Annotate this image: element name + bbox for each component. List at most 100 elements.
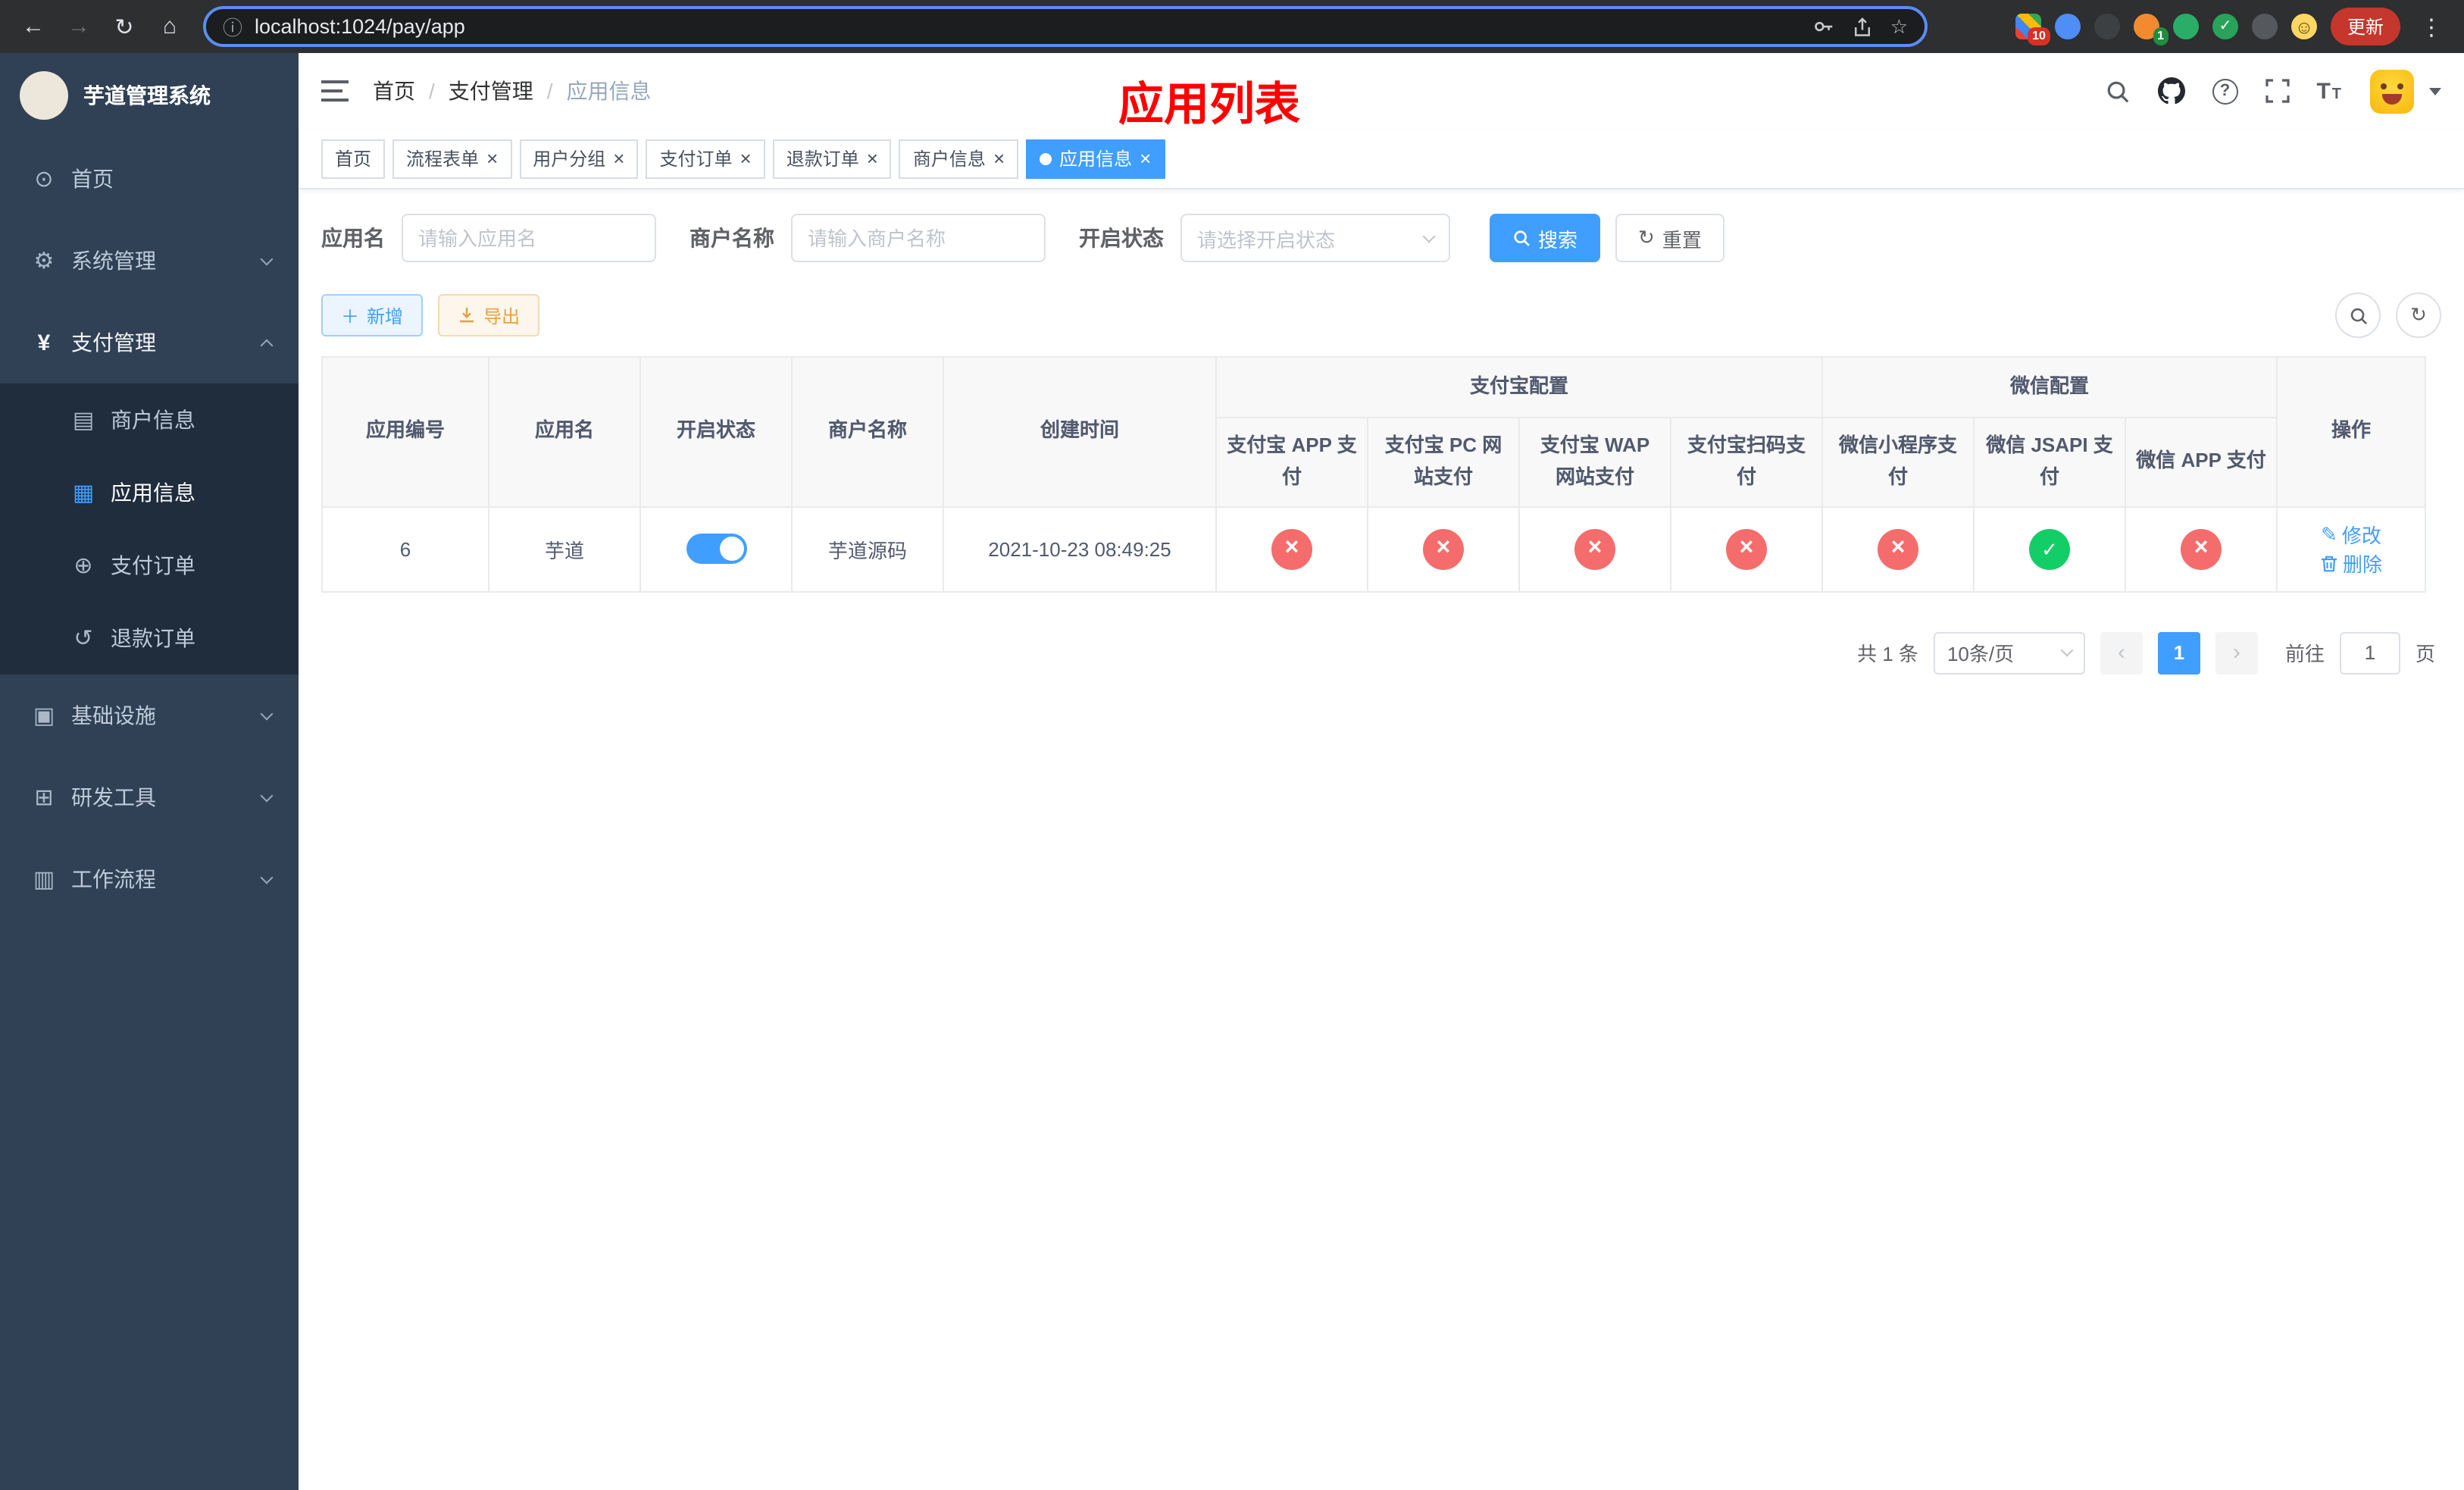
browser-menu-icon[interactable]: ⋮ (2414, 13, 2449, 40)
breadcrumb-separator: / (429, 79, 435, 103)
user-avatar[interactable] (2370, 69, 2414, 113)
table-tools: ↻ (2335, 293, 2441, 338)
profile-avatar-icon[interactable]: 1 (2133, 14, 2169, 45)
tab-refund-order[interactable]: 退款订单 × (772, 139, 892, 178)
sidebar-item-infra[interactable]: ▣ 基础设施 (0, 675, 299, 756)
reset-button[interactable]: ↻ 重置 (1615, 214, 1724, 262)
status-toggle[interactable] (686, 534, 746, 565)
sidebar-item-merchant-info[interactable]: ▤ 商户信息 (0, 383, 299, 456)
page-size-select[interactable]: 10条/页 (1933, 631, 2085, 675)
pagination: 共 1 条 10条/页 ‹ 1 › 前往 页 (321, 631, 2441, 675)
check-extension-icon[interactable]: ✓ (2212, 14, 2238, 39)
tab-home[interactable]: 首页 (321, 139, 386, 178)
extensions-icon[interactable]: 10 (2015, 14, 2050, 45)
site-info-icon[interactable]: ⓘ (223, 12, 242, 41)
close-icon[interactable]: × (613, 149, 624, 168)
export-button[interactable]: 导出 (438, 294, 540, 337)
col-wx-lite: 微信小程序支付 (1821, 417, 1975, 508)
goto-page-input[interactable] (2339, 631, 2400, 675)
extension-gray-icon[interactable] (2251, 14, 2278, 39)
next-page-button[interactable]: › (2215, 631, 2258, 675)
col-wx-jsapi: 微信 JSAPI 支付 (1973, 417, 2127, 508)
app-logo-row: 芋道管理系统 (0, 53, 299, 138)
github-icon[interactable] (2157, 77, 2185, 105)
chevron-up-icon (260, 338, 274, 352)
active-dot (1040, 152, 1052, 164)
browser-update-button[interactable]: 更新 (2330, 8, 2400, 45)
tab-user-group[interactable]: 用户分组 × (519, 139, 639, 178)
cell-create-time: 2021-10-23 08:49:25 (943, 506, 1217, 593)
home-icon[interactable]: ⌂ (152, 8, 188, 45)
close-icon[interactable]: × (867, 149, 878, 168)
wechat-extension-icon[interactable] (2172, 14, 2199, 39)
delete-button[interactable]: 删除 (2320, 549, 2382, 578)
col-app-id: 应用编号 (321, 356, 489, 508)
close-icon[interactable]: × (486, 149, 498, 168)
close-icon[interactable]: × (993, 149, 1005, 168)
search-icon[interactable] (2104, 78, 2130, 104)
col-alipay-qr: 支付宝扫码支付 (1669, 417, 1824, 508)
bookmark-star-icon[interactable]: ☆ (1890, 14, 1908, 39)
tab-pay-order[interactable]: 支付订单 × (646, 139, 765, 178)
url-text: localhost:1024/pay/app (255, 15, 465, 38)
col-app-name: 应用名 (488, 356, 641, 508)
sidebar-item-system[interactable]: ⚙ 系统管理 (0, 220, 299, 302)
prev-page-button[interactable]: ‹ (2100, 631, 2143, 675)
search-button[interactable]: 搜索 (1490, 214, 1601, 262)
close-icon[interactable]: × (1140, 149, 1151, 168)
help-icon[interactable]: ? (2212, 78, 2238, 104)
app-name-input[interactable] (402, 214, 656, 262)
tab-merchant-info[interactable]: 商户信息 × (899, 139, 1019, 178)
sidebar-item-dev-tools[interactable]: ⊞ 研发工具 (0, 756, 299, 838)
sidebar-item-home[interactable]: ⊙ 首页 (0, 138, 299, 220)
col-wx-app: 微信 APP 支付 (2125, 417, 2278, 508)
status-select[interactable]: 请选择开启状态 (1180, 214, 1450, 262)
close-icon[interactable]: × (740, 149, 752, 168)
fullscreen-icon[interactable] (2265, 79, 2290, 103)
extension-blue-icon[interactable] (2054, 14, 2081, 39)
back-icon[interactable]: ← (15, 8, 52, 45)
sidebar-item-pay-order[interactable]: ⊕ 支付订单 (0, 529, 299, 602)
sidebar-item-payment[interactable]: ¥ 支付管理 (0, 302, 299, 383)
address-bar[interactable]: ⓘ localhost:1024/pay/app ☆ (203, 6, 1928, 47)
col-merchant-name: 商户名称 (791, 356, 944, 508)
chevron-down-icon (260, 788, 274, 802)
tab-flow-form[interactable]: 流程表单 × (392, 139, 512, 178)
reload-icon[interactable]: ↻ (106, 8, 142, 45)
sidebar-item-workflow[interactable]: ▥ 工作流程 (0, 838, 299, 920)
add-button[interactable]: ＋ 新增 (321, 294, 424, 337)
avatar-caret-icon[interactable] (2429, 87, 2441, 95)
password-key-icon[interactable] (1813, 15, 1836, 38)
tab-app-info[interactable]: 应用信息 × (1026, 139, 1165, 178)
wx-jsapi-status-icon (2029, 528, 2071, 570)
breadcrumb-home[interactable]: 首页 (373, 76, 415, 106)
current-page-button[interactable]: 1 (2157, 631, 2200, 675)
refresh-table-button[interactable]: ↻ (2396, 293, 2441, 338)
order-icon: ⊕ (73, 553, 93, 579)
goto-suffix: 页 (2415, 643, 2435, 666)
chevron-down-icon (1422, 229, 1436, 243)
merchant-name-input[interactable] (791, 214, 1046, 262)
toggle-search-button[interactable] (2335, 293, 2381, 338)
plus-icon: ＋ (341, 305, 360, 327)
filter-form: 应用名 商户名称 开启状态 请选择开启状态 (321, 214, 2441, 262)
screen: ← → ↻ ⌂ ⓘ localhost:1024/pay/app ☆ 10 1 … (0, 0, 2464, 1490)
forward-icon[interactable]: → (61, 8, 97, 45)
workflow-icon: ▥ (33, 867, 55, 893)
breadcrumb-section[interactable]: 支付管理 (449, 76, 533, 106)
collapse-sidebar-icon[interactable] (321, 80, 349, 102)
edit-button[interactable]: ✎ 修改 (2321, 520, 2381, 549)
app-table: 应用编号 应用名 开启状态 商户名称 创建时间 支付宝配置 微信配置 操作 支付… (321, 356, 2427, 593)
cell-status (639, 506, 793, 593)
emoji-extension-icon[interactable]: ☺ (2290, 14, 2317, 39)
col-alipay-app: 支付宝 APP 支付 (1215, 417, 1368, 508)
share-icon[interactable] (1853, 16, 1874, 37)
col-group-wechat: 微信配置 (1821, 356, 2278, 418)
alipay-qr-status-icon (1726, 528, 1767, 570)
col-status: 开启状态 (639, 356, 793, 508)
extension-dark-icon[interactable] (2093, 14, 2120, 39)
sidebar-item-app-info[interactable]: ▦ 应用信息 (0, 456, 299, 529)
app-name-label: 应用名 (321, 226, 385, 250)
sidebar-item-refund-order[interactable]: ↺ 退款订单 (0, 602, 299, 675)
font-size-icon[interactable]: TT (2316, 78, 2343, 104)
